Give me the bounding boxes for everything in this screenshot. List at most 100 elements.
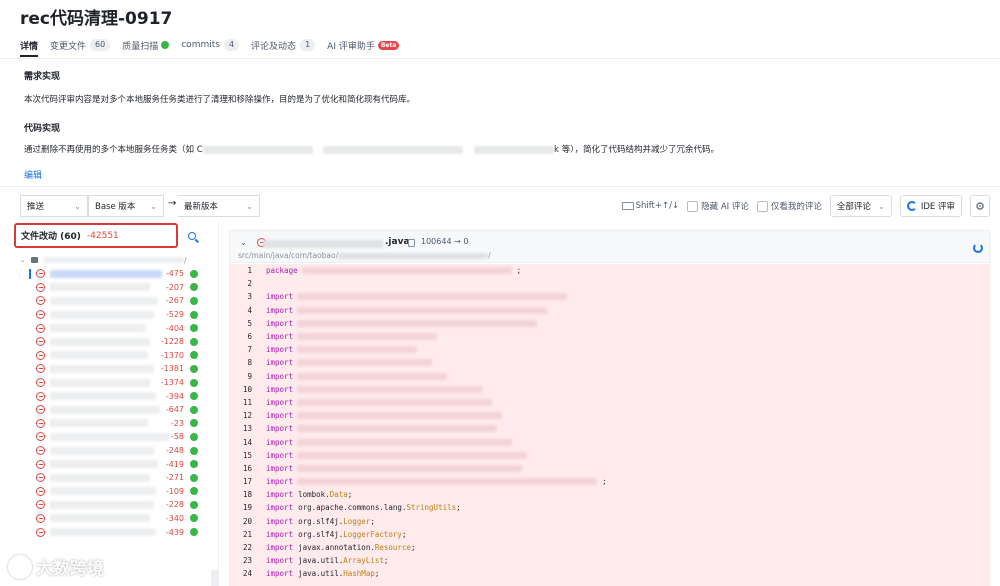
check-icon xyxy=(190,405,198,414)
redacted-text xyxy=(323,145,464,154)
file-row[interactable]: -109 xyxy=(30,485,202,499)
hide-ai-comments-checkbox[interactable]: 隐藏 AI 评论 xyxy=(687,200,749,212)
code-keyword: import xyxy=(266,292,294,302)
push-select[interactable]: 推送 ⌄ xyxy=(20,195,88,217)
redacted-code xyxy=(297,438,513,446)
redacted-filename xyxy=(263,240,383,248)
file-row[interactable]: -529 xyxy=(30,308,202,322)
code-package: org.slf4j. xyxy=(298,516,344,526)
code-text: org.apache.commons.lang.StringUtils; xyxy=(298,503,461,512)
checkbox-box[interactable] xyxy=(687,201,699,212)
edit-link[interactable]: 编辑 xyxy=(24,168,42,181)
file-row[interactable]: -267 xyxy=(30,294,202,308)
panel-collapse-handle[interactable] xyxy=(211,570,218,586)
page-title: rec代码清理-0917 xyxy=(20,9,173,29)
implementation-suffix: 等），简化了代码结构并减少了冗余代码。 xyxy=(561,145,719,155)
tab-changed-files[interactable]: 变更文件 60 xyxy=(50,36,111,54)
check-icon xyxy=(190,378,198,387)
deleted-lines-count: -419 xyxy=(165,459,184,469)
code-package: org.slf4j. xyxy=(298,529,344,539)
check-icon xyxy=(190,351,198,360)
deleted-file-icon xyxy=(36,432,45,442)
check-icon xyxy=(190,269,198,278)
line-number: 22 xyxy=(242,543,252,553)
file-row[interactable]: -228 xyxy=(30,498,202,512)
copy-icon[interactable] xyxy=(408,239,415,247)
line-number: 21 xyxy=(242,529,252,539)
tab-label: 质量扫描 xyxy=(122,41,159,52)
deleted-lines-count: -1228 xyxy=(160,337,184,347)
refresh-icon[interactable] xyxy=(973,243,983,253)
comment-filter-select[interactable]: 全部评论 ⌄ xyxy=(829,195,892,217)
redacted-filename xyxy=(50,419,148,428)
file-row[interactable]: -271 xyxy=(30,471,202,485)
file-path: src/main/java/com/taobao/ / xyxy=(238,251,491,260)
check-icon xyxy=(190,528,198,537)
file-row[interactable]: -1228 xyxy=(30,335,202,349)
selected-indicator xyxy=(29,269,31,279)
check-icon xyxy=(190,324,198,333)
file-row[interactable]: -58 xyxy=(30,430,202,444)
tab-label: AI 评审助手 xyxy=(327,41,375,52)
checkbox-box[interactable] xyxy=(756,201,768,212)
redacted-filename xyxy=(50,432,170,441)
file-row[interactable]: -647 xyxy=(30,403,202,417)
code-text: org.slf4j.Logger; xyxy=(298,517,375,526)
code-tail: ; xyxy=(410,543,416,553)
code-line: 11 import xyxy=(230,396,989,409)
file-row[interactable]: -248 xyxy=(30,444,202,458)
file-row[interactable]: -404 xyxy=(30,321,202,335)
description-panel: 需求实现 本次代码评审内容是对多个本地服务任务类进行了清理和移除操作，目的是为了… xyxy=(0,58,1000,186)
deleted-file-icon xyxy=(36,459,45,469)
tab-ai-assistant[interactable]: AI 评审助手 Beta xyxy=(327,36,400,54)
code-line: 6 import xyxy=(230,330,989,343)
code-type: LoggerFactory xyxy=(343,529,402,539)
line-number: 24 xyxy=(242,569,252,579)
select-value: 最新版本 xyxy=(184,202,219,212)
line-number: 4 xyxy=(247,305,252,315)
search-icon[interactable] xyxy=(188,232,196,240)
file-row[interactable]: -394 xyxy=(30,389,202,403)
file-row[interactable]: -340 xyxy=(30,512,202,526)
tab-quality-scan[interactable]: 质量扫描 xyxy=(122,36,170,54)
file-mode-change: 100644 → 0 xyxy=(421,237,469,246)
tree-root-folder[interactable]: ⌄ / xyxy=(20,254,200,266)
redacted-code xyxy=(297,346,418,354)
redacted-filename xyxy=(50,269,162,278)
redacted-code xyxy=(297,306,548,314)
deleted-file-icon xyxy=(36,446,45,456)
file-row[interactable]: -1370 xyxy=(30,349,202,363)
code-type: StringUtils xyxy=(406,503,457,513)
check-icon xyxy=(190,473,198,482)
requirement-text: 本次代码评审内容是对多个本地服务任务类进行了清理和移除操作，目的是为了优化和简化… xyxy=(24,95,416,105)
tab-commits[interactable]: commits 4 xyxy=(181,36,240,54)
redacted-filename xyxy=(50,528,156,537)
code-text: lombok.Data; xyxy=(298,490,352,499)
only-my-comments-checkbox[interactable]: 仅看我的评论 xyxy=(756,200,822,212)
deleted-file-icon xyxy=(36,391,45,401)
code-line: 13 import xyxy=(230,422,989,435)
settings-button[interactable]: ⚙ xyxy=(970,195,990,217)
check-icon xyxy=(190,514,198,523)
tab-comments[interactable]: 评论及动态 1 xyxy=(251,36,316,54)
line-number: 18 xyxy=(242,490,252,500)
ide-review-button[interactable]: IDE 评审 xyxy=(899,195,962,217)
implementation-prefix: 通过删除不再使用的多个本地服务任务类（如 C xyxy=(24,145,203,155)
line-number: 3 xyxy=(247,292,252,302)
code-line: 19 import org.apache.commons.lang.StringUt… xyxy=(230,501,989,514)
redacted-code xyxy=(297,333,438,341)
latest-version-select[interactable]: 最新版本 ⌄ xyxy=(178,195,260,217)
deleted-file-icon xyxy=(36,486,45,496)
file-row[interactable]: -1374 xyxy=(30,376,202,390)
check-icon xyxy=(190,500,198,509)
file-row[interactable]: -23 xyxy=(30,417,202,431)
base-version-select[interactable]: Base 版本 ⌄ xyxy=(88,195,164,217)
file-row[interactable]: -419 xyxy=(30,457,202,471)
chevron-down-icon[interactable]: ⌄ xyxy=(240,238,247,247)
file-row[interactable]: -207 xyxy=(30,281,202,295)
file-row[interactable]: -439 xyxy=(30,525,202,539)
chevron-down-icon: ⌄ xyxy=(150,201,157,211)
file-row[interactable]: -1381 xyxy=(30,362,202,376)
file-row[interactable]: -475 xyxy=(29,267,202,281)
tab-details[interactable]: 详情 xyxy=(20,36,39,57)
